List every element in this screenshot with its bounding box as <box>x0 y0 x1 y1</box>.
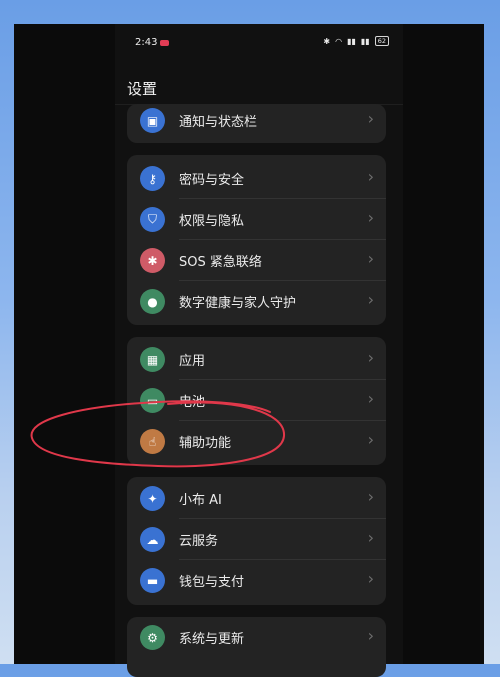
key-icon: ⚷ <box>140 166 165 191</box>
chevron-right-icon: › <box>367 167 374 186</box>
status-bar: 2:43 ✱ ◠ ▮▮ ▮▮ 62 <box>115 24 403 62</box>
chevron-right-icon: › <box>367 208 374 227</box>
settings-group: ✦ 小布 AI › ☁ 云服务 › ▬ 钱包与支付 › <box>127 477 386 605</box>
apps-grid-icon: ▦ <box>140 347 165 372</box>
setting-item-battery[interactable]: ▭ 电池 › <box>127 380 386 421</box>
setting-item-label: 应用 <box>179 354 206 369</box>
page-title: 设置 <box>127 80 158 98</box>
chevron-right-icon: › <box>367 249 374 268</box>
setting-item-label: SOS 紧急联络 <box>179 255 262 270</box>
chevron-right-icon: › <box>367 430 374 449</box>
hand-icon: ☝ <box>140 429 165 454</box>
setting-item-notifications[interactable]: ▣ 通知与状态栏 › <box>127 104 386 141</box>
status-icons: ✱ ◠ ▮▮ ▮▮ 62 <box>323 36 389 46</box>
ai-icon: ✦ <box>140 486 165 511</box>
notification-icon: ▣ <box>140 108 165 133</box>
setting-item-label: 权限与隐私 <box>179 214 245 229</box>
setting-item-apps[interactable]: ▦ 应用 › <box>127 339 386 380</box>
wallet-icon: ▬ <box>140 568 165 593</box>
phone-screen: 2:43 ✱ ◠ ▮▮ ▮▮ 62 设置 ▣ 通知与状态栏 › ⚷ 密码与安全 … <box>115 24 403 677</box>
setting-item-password-security[interactable]: ⚷ 密码与安全 › <box>127 158 386 199</box>
setting-item-digital-wellbeing[interactable]: ● 数字健康与家人守护 › <box>127 281 386 322</box>
setting-item-label: 云服务 <box>179 534 219 549</box>
setting-item-sos[interactable]: ✱ SOS 紧急联络 › <box>127 240 386 281</box>
chevron-right-icon: › <box>367 528 374 547</box>
settings-group: ▣ 通知与状态栏 › <box>127 104 386 143</box>
bluetooth-icon: ✱ <box>323 36 331 46</box>
signal-icon: ▮▮ <box>360 36 370 46</box>
settings-group: ▦ 应用 › ▭ 电池 › ☝ 辅助功能 › <box>127 337 386 465</box>
asterisk-icon: ✱ <box>140 248 165 273</box>
setting-item-label: 系统与更新 <box>179 632 245 647</box>
cloud-icon: ☁ <box>140 527 165 552</box>
setting-item-label: 电池 <box>179 395 206 410</box>
battery-icon: ▭ <box>140 388 165 413</box>
chevron-right-icon: › <box>367 109 374 128</box>
gear-icon: ⚙ <box>140 625 165 650</box>
shield-icon: ⛉ <box>140 207 165 232</box>
chevron-right-icon: › <box>367 389 374 408</box>
setting-item-xiaobu-ai[interactable]: ✦ 小布 AI › <box>127 478 386 519</box>
chevron-right-icon: › <box>367 569 374 588</box>
chevron-right-icon: › <box>367 626 374 645</box>
setting-item-permissions-privacy[interactable]: ⛉ 权限与隐私 › <box>127 199 386 240</box>
battery-icon: 62 <box>374 36 389 46</box>
setting-item-label: 数字健康与家人守护 <box>179 296 297 311</box>
chevron-right-icon: › <box>367 290 374 309</box>
setting-item-label: 辅助功能 <box>179 436 232 451</box>
person-icon: ● <box>140 289 165 314</box>
setting-item-label: 钱包与支付 <box>179 575 245 590</box>
wifi-icon: ◠ <box>335 36 343 46</box>
setting-item-cloud[interactable]: ☁ 云服务 › <box>127 519 386 560</box>
signal-icon: ▮▮ <box>347 36 356 46</box>
settings-group: ⚷ 密码与安全 › ⛉ 权限与隐私 › ✱ SOS 紧急联络 › ● 数字健康与… <box>127 155 386 325</box>
notification-pill-icon <box>160 40 169 46</box>
chevron-right-icon: › <box>367 487 374 506</box>
setting-item-label: 小布 AI <box>179 493 222 508</box>
settings-group: ⚙ 系统与更新 › <box>127 617 386 677</box>
chevron-right-icon: › <box>367 348 374 367</box>
setting-item-label: 通知与状态栏 <box>179 115 258 130</box>
setting-item-label: 密码与安全 <box>179 173 245 188</box>
setting-item-system-update[interactable]: ⚙ 系统与更新 › <box>127 617 386 658</box>
status-time: 2:43 <box>135 37 158 48</box>
setting-item-wallet[interactable]: ▬ 钱包与支付 › <box>127 560 386 601</box>
setting-item-accessibility[interactable]: ☝ 辅助功能 › <box>127 421 386 462</box>
